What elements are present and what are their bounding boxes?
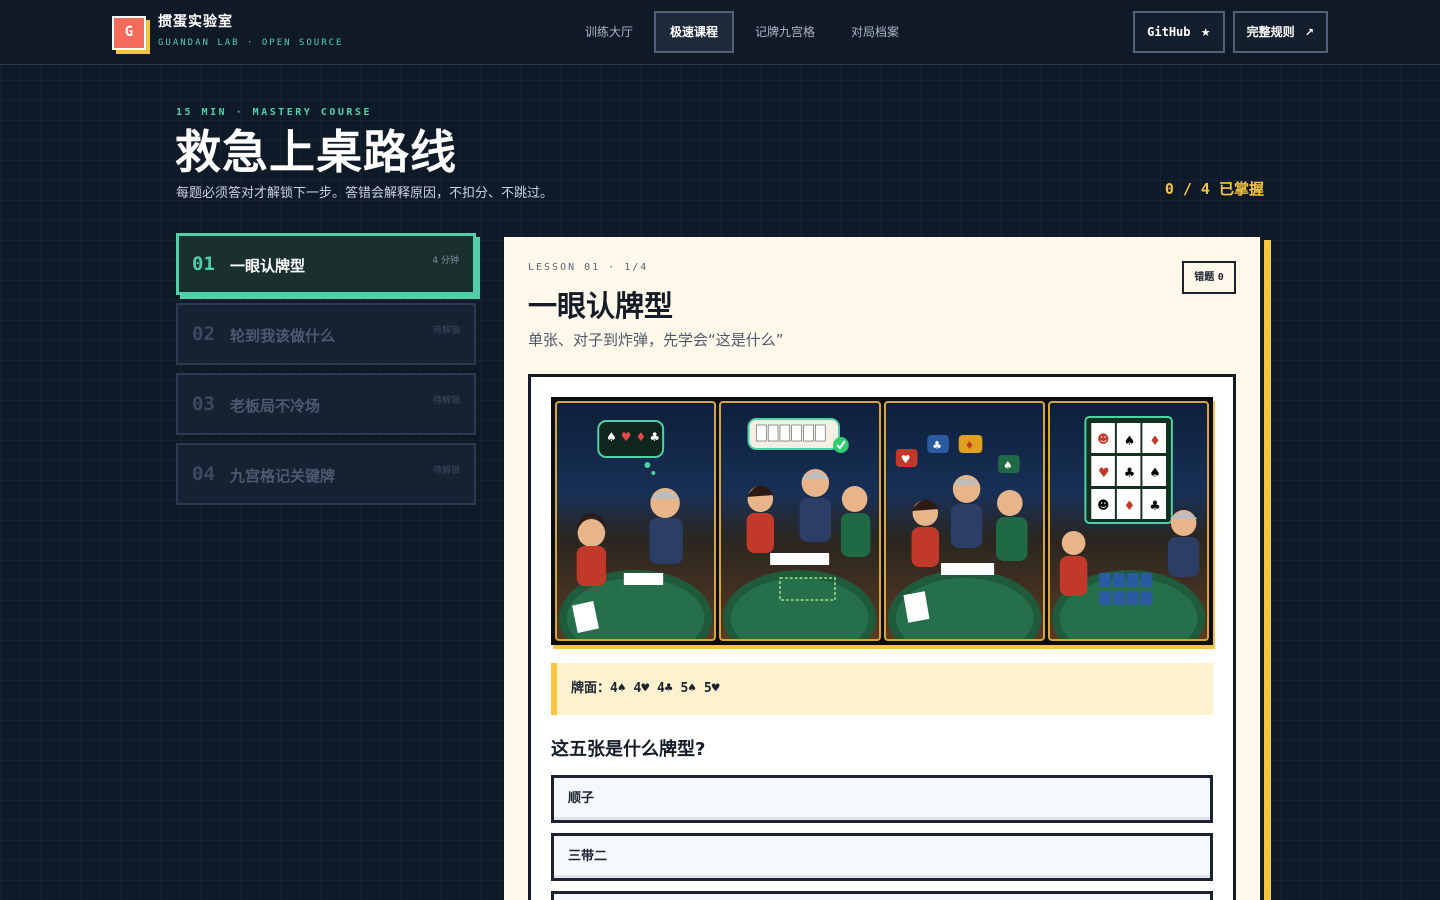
top-bar: G 掼蛋实验室 GUANDAN LAB · OPEN SOURCE 训练大厅 极…	[0, 0, 1440, 65]
page-title: 救急上桌路线	[175, 125, 457, 179]
svg-text:♥: ♥	[621, 430, 632, 444]
hand-cards-callout: 牌面：4♠ 4♥ 4♣ 5♠ 5♥	[551, 663, 1213, 715]
svg-text:♣: ♣	[932, 439, 942, 452]
full-rules-label: 完整规则	[1246, 25, 1295, 39]
lesson-item-02[interactable]: 02 轮到我该做什么 待解锁	[176, 303, 476, 365]
lesson-kicker: LESSON 01 · 1/4	[528, 262, 649, 273]
lesson-lock-status: 待解锁	[432, 396, 460, 406]
nav-item-card-grid[interactable]: 记牌九宫格	[740, 11, 830, 53]
lesson-number: 04	[192, 463, 215, 485]
lesson-duration: 4 分钟	[432, 256, 459, 266]
github-label: GitHub	[1147, 25, 1191, 39]
lesson-item-01[interactable]: 01 一眼认牌型 4 分钟	[176, 233, 476, 295]
answer-option-1[interactable]: 顺子	[551, 775, 1213, 823]
svg-text:♠: ♠	[1123, 434, 1134, 449]
quiz-box: ♠ ♥ ♦ ♣ ♥ ♣ ♦ ♠ ☻ ♠ ♦ ♥ ♣ ♠ ☻ ♦ ♣ 牌面：4♠ …	[528, 374, 1236, 900]
external-link-icon: ↗	[1304, 26, 1314, 39]
lesson-lock-status: 待解锁	[432, 466, 460, 476]
lesson-title: 一眼认牌型	[230, 257, 306, 275]
lesson-title: 九宫格记关键牌	[230, 467, 336, 485]
svg-text:♥: ♥	[900, 453, 910, 466]
svg-text:♣: ♣	[1149, 499, 1160, 514]
hand-cards: 4♠ 4♥ 4♣ 5♠ 5♥	[610, 681, 720, 696]
svg-text:♦: ♦	[636, 430, 647, 444]
logo-icon[interactable]: G	[112, 16, 146, 50]
comic-panel-3: ♥ ♣ ♦ ♠	[883, 401, 1045, 641]
svg-text:♠: ♠	[1002, 459, 1012, 472]
lesson-lock-status: 待解锁	[432, 326, 460, 336]
svg-text:♣: ♣	[1123, 466, 1134, 481]
hand-label: 牌面：	[571, 681, 611, 696]
nav-item-match-records[interactable]: 对局档案	[836, 11, 914, 53]
mistake-count-badge[interactable]: 错题 0	[1182, 261, 1236, 294]
mistake-label: 错题	[1194, 272, 1215, 283]
comic-panel-1: ♠ ♥ ♦ ♣	[555, 401, 717, 641]
comic-panel-2	[719, 401, 881, 641]
nav-item-speed-course[interactable]: 极速课程	[654, 11, 735, 53]
svg-text:♦: ♦	[1149, 434, 1160, 449]
nav-item-training-hall[interactable]: 训练大厅	[570, 11, 648, 53]
quiz-question: 这五张是什么牌型?	[551, 739, 706, 760]
mastery-progress: 0 / 4 已掌握	[1164, 180, 1264, 198]
lesson-card: LESSON 01 · 1/4 一眼认牌型 单张、对子到炸弹，先学会“这是什么”…	[504, 237, 1260, 900]
svg-text:☻: ☻	[1097, 432, 1109, 446]
card-accent-bar	[1264, 240, 1271, 900]
comic-panel-4: ☻ ♠ ♦ ♥ ♣ ♠ ☻ ♦ ♣	[1047, 401, 1209, 641]
svg-text:☻: ☻	[1097, 498, 1109, 512]
top-actions: GitHub ★ 完整规则 ↗	[1133, 11, 1328, 53]
brand-name[interactable]: 掼蛋实验室	[158, 11, 233, 31]
lesson-number: 01	[192, 253, 215, 275]
lesson-item-04[interactable]: 04 九宫格记关键牌 待解锁	[176, 443, 476, 505]
answer-option-3[interactable]	[551, 891, 1213, 900]
full-rules-button[interactable]: 完整规则 ↗	[1232, 11, 1328, 53]
lesson-description: 单张、对子到炸弹，先学会“这是什么”	[528, 331, 784, 349]
svg-text:♦: ♦	[964, 439, 974, 452]
page-subtitle: 每题必须答对才解锁下一步。答错会解释原因，不扣分、不跳过。	[176, 186, 554, 201]
lesson-heading: 一眼认牌型	[528, 289, 674, 323]
main-nav: 训练大厅 极速课程 记牌九宫格 对局档案	[570, 11, 914, 53]
lesson-title: 轮到我该做什么	[230, 327, 336, 345]
lesson-illustration: ♠ ♥ ♦ ♣ ♥ ♣ ♦ ♠ ☻ ♠ ♦ ♥ ♣ ♠ ☻ ♦ ♣	[551, 397, 1213, 645]
svg-text:♠: ♠	[606, 430, 617, 444]
lesson-list: 01 一眼认牌型 4 分钟 02 轮到我该做什么 待解锁 03 老板局不冷场 待…	[176, 233, 476, 513]
answer-option-2[interactable]: 三带二	[551, 833, 1213, 881]
github-button[interactable]: GitHub ★	[1133, 11, 1225, 53]
lesson-number: 02	[192, 323, 215, 345]
star-icon: ★	[1200, 26, 1211, 39]
lesson-item-03[interactable]: 03 老板局不冷场 待解锁	[176, 373, 476, 435]
svg-text:♣: ♣	[649, 430, 660, 444]
svg-text:♥: ♥	[1098, 466, 1109, 481]
lesson-title: 老板局不冷场	[230, 397, 321, 415]
lesson-number: 03	[192, 393, 215, 415]
mistake-count: 0	[1217, 272, 1224, 283]
svg-text:♠: ♠	[1149, 466, 1160, 481]
brand-subtitle: GUANDAN LAB · OPEN SOURCE	[158, 38, 344, 48]
svg-text:♦: ♦	[1123, 499, 1134, 514]
